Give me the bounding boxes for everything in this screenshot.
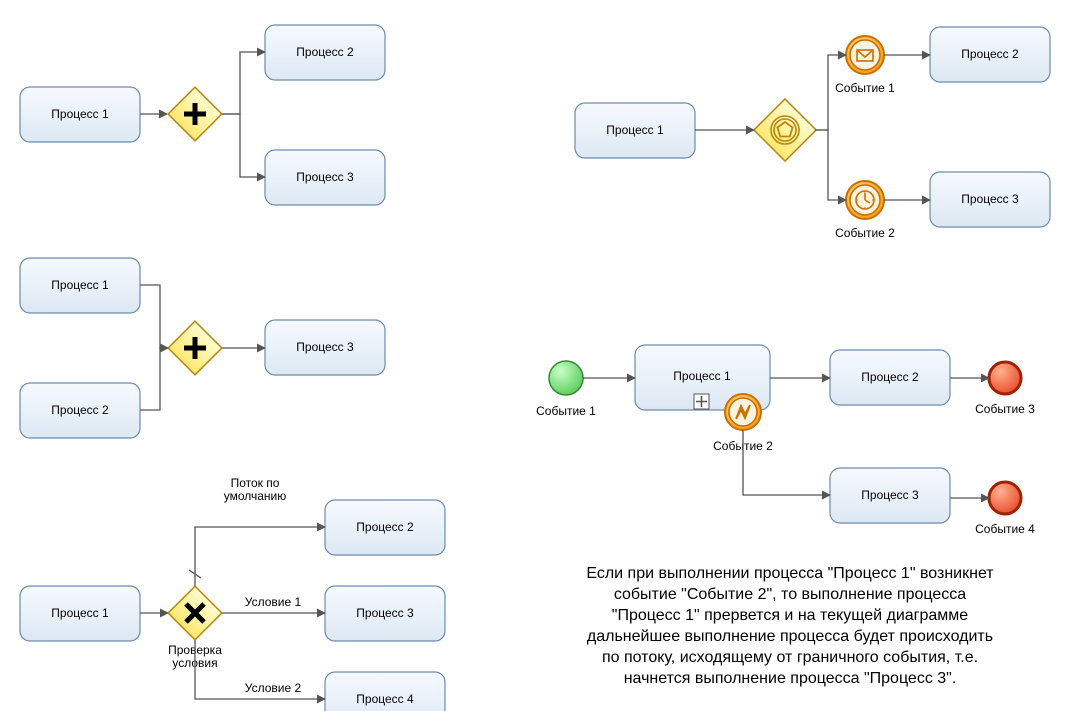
flow-label: умолчанию <box>224 489 287 503</box>
task-label: Процесс 3 <box>296 340 354 354</box>
task-process-3: Процесс 3 <box>830 468 950 523</box>
end-event <box>989 482 1021 514</box>
task-process-2: Процесс 2 <box>930 27 1050 82</box>
diagram-boundary-event: Событие 1 Процесс 1 Событие 2 Процесс 2 … <box>536 345 1035 536</box>
task-process-1: Процесс 1 <box>20 586 140 641</box>
task-process-2: Процесс 2 <box>20 383 140 438</box>
boundary-event-error <box>725 394 761 430</box>
para-line: Если при выполнении процесса "Процесс 1"… <box>586 565 994 582</box>
intermediate-event-message <box>846 36 884 74</box>
connector <box>222 52 265 114</box>
task-label: Процесс 2 <box>961 47 1019 61</box>
task-label: Процесс 1 <box>51 606 109 620</box>
diagram-exclusive-gateway: Процесс 1 Проверка условия Процесс 2 Про… <box>20 476 445 711</box>
para-line: событие "Событие 2", то выполнение проце… <box>614 586 966 603</box>
task-process-3: Процесс 3 <box>265 320 385 375</box>
task-label: Процесс 2 <box>861 370 919 384</box>
task-process-3: Процесс 3 <box>930 172 1050 227</box>
diagram-event-gateway: Процесс 1 Событие 1 Событи <box>575 27 1050 240</box>
connector <box>815 130 846 200</box>
task-process-3: Процесс 3 <box>325 586 445 641</box>
event-label: Событие 3 <box>975 402 1035 416</box>
gateway-parallel <box>168 321 222 375</box>
para-line: дальнейшее выполнение процесса будет про… <box>587 628 993 645</box>
task-label: Процесс 3 <box>356 606 414 620</box>
task-label: Процесс 3 <box>861 488 919 502</box>
gateway-exclusive <box>168 586 222 640</box>
task-label: Процесс 1 <box>51 278 109 292</box>
event-label: Событие 1 <box>536 404 596 418</box>
task-process-1: Процесс 1 <box>20 87 140 142</box>
connector <box>222 114 265 177</box>
task-process-1: Процесс 1 <box>575 103 695 158</box>
task-label: Процесс 4 <box>356 692 414 706</box>
flow-label: Поток по <box>231 476 280 490</box>
task-label: Процесс 1 <box>606 123 664 137</box>
flow-label: Условие 2 <box>245 681 302 695</box>
task-label: Процесс 1 <box>51 107 109 121</box>
task-process-2: Процесс 2 <box>265 25 385 80</box>
explanation-text: Если при выполнении процесса "Процесс 1"… <box>586 565 994 687</box>
connector-default <box>195 527 325 586</box>
task-label: Процесс 3 <box>296 170 354 184</box>
gateway-event-based <box>754 99 816 161</box>
diagram-parallel-split: Процесс 1 Процесс 2 Процесс 3 <box>20 25 385 205</box>
flow-label: Условие 1 <box>245 595 302 609</box>
start-event <box>549 361 583 395</box>
task-label: Процесс 1 <box>673 369 731 383</box>
para-line: по потоку, исходящему от граничного собы… <box>602 649 978 666</box>
task-label: Процесс 3 <box>961 192 1019 206</box>
task-process-1: Процесс 1 <box>20 258 140 313</box>
task-label: Процесс 2 <box>296 45 354 59</box>
event-label: Событие 4 <box>975 522 1035 536</box>
task-process-2: Процесс 2 <box>830 350 950 405</box>
diagram-parallel-join: Процесс 1 Процесс 2 Процесс 3 <box>20 258 385 438</box>
task-process-4: Процесс 4 <box>325 672 445 711</box>
para-line: "Процесс 1" прервется и на текущей диагр… <box>612 607 968 624</box>
connector <box>140 285 168 348</box>
connector <box>140 348 168 410</box>
task-process-2: Процесс 2 <box>325 500 445 555</box>
intermediate-event-timer <box>846 181 884 219</box>
event-label: Событие 2 <box>835 226 895 240</box>
end-event <box>989 362 1021 394</box>
event-label: Событие 1 <box>835 81 895 95</box>
task-label: Процесс 2 <box>356 520 414 534</box>
task-label: Процесс 2 <box>51 403 109 417</box>
gateway-parallel <box>168 87 222 141</box>
para-line: начнется выполнение процесса "Процесс 3"… <box>624 670 957 687</box>
task-process-3: Процесс 3 <box>265 150 385 205</box>
